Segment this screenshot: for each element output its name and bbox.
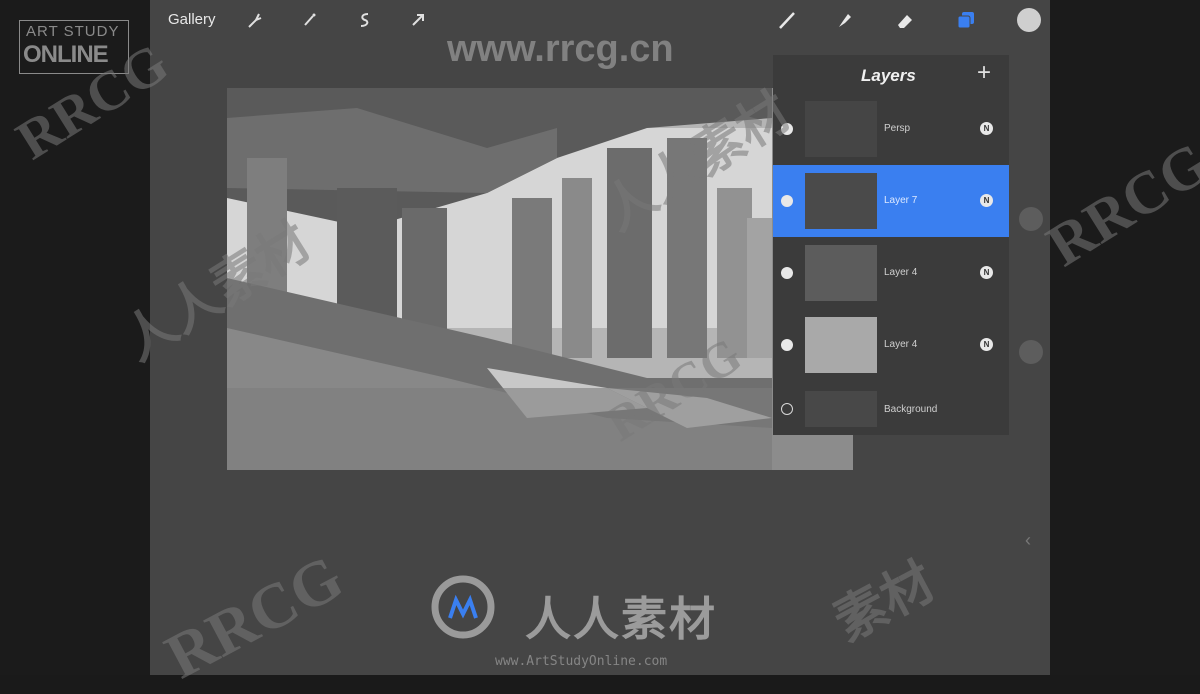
selection-icon[interactable] bbox=[355, 10, 375, 30]
visibility-toggle[interactable] bbox=[781, 123, 793, 135]
layer-name: Layer 4 bbox=[884, 267, 918, 278]
drawing-canvas[interactable] bbox=[227, 88, 853, 470]
layer-name: Layer 7 bbox=[884, 195, 918, 206]
move-arrow-icon[interactable] bbox=[408, 10, 428, 30]
blend-mode-badge[interactable]: N bbox=[980, 266, 993, 279]
layer-item-background[interactable]: Background bbox=[773, 381, 1009, 435]
blend-mode-badge[interactable]: N bbox=[980, 194, 993, 207]
watermark-url-top: www.rrcg.cn bbox=[447, 28, 674, 70]
color-swatch-icon[interactable] bbox=[1016, 7, 1042, 33]
visibility-toggle[interactable] bbox=[781, 195, 793, 207]
layer-name: Background bbox=[884, 404, 938, 415]
wrench-icon[interactable] bbox=[245, 10, 265, 30]
watermark-url-bottom: www.ArtStudyOnline.com bbox=[495, 654, 668, 669]
layer-thumbnail bbox=[805, 317, 877, 373]
layer-item[interactable]: Layer 4 N bbox=[773, 309, 1009, 381]
layer-item-selected[interactable]: Layer 7 N bbox=[773, 165, 1009, 237]
rrcg-circle-logo bbox=[428, 572, 498, 642]
opacity-slider[interactable] bbox=[1019, 340, 1043, 364]
layer-name: Layer 4 bbox=[884, 339, 918, 350]
add-layer-button[interactable]: + bbox=[977, 61, 991, 85]
blend-mode-badge[interactable]: N bbox=[980, 338, 993, 351]
art-study-online-logo: ART STUDY ONLINE bbox=[19, 20, 129, 74]
visibility-toggle[interactable] bbox=[781, 267, 793, 279]
layer-thumbnail bbox=[805, 391, 877, 427]
layers-panel: Layers + Persp N Layer 7 N Layer 4 N Lay… bbox=[773, 55, 1009, 435]
layer-item[interactable]: Layer 4 N bbox=[773, 237, 1009, 309]
visibility-toggle[interactable] bbox=[781, 339, 793, 351]
brush-size-slider[interactable] bbox=[1019, 207, 1043, 231]
city-sketch-artwork bbox=[227, 88, 853, 470]
blend-mode-badge[interactable]: N bbox=[980, 122, 993, 135]
layer-item[interactable]: Persp N bbox=[773, 93, 1009, 165]
layer-thumbnail bbox=[805, 101, 877, 157]
watermark-brand-cn: 人人素材 bbox=[525, 592, 717, 646]
layers-title: Layers bbox=[861, 66, 916, 85]
magic-wand-icon[interactable] bbox=[300, 10, 320, 30]
eraser-icon[interactable] bbox=[895, 10, 915, 30]
layers-icon[interactable] bbox=[956, 10, 976, 30]
gallery-button[interactable]: Gallery bbox=[168, 11, 216, 28]
smudge-icon[interactable] bbox=[835, 10, 855, 30]
layer-thumbnail bbox=[805, 173, 877, 229]
visibility-toggle[interactable] bbox=[781, 403, 793, 415]
layer-thumbnail bbox=[805, 245, 877, 301]
brush-icon[interactable] bbox=[777, 10, 797, 30]
layer-name: Persp bbox=[884, 123, 911, 134]
chevron-left-icon[interactable]: ‹ bbox=[1025, 530, 1031, 551]
